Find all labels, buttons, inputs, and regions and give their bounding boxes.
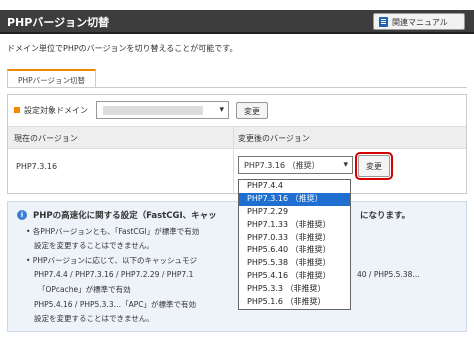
php-version-option[interactable]: PHP7.1.33 （非推奨） <box>239 219 350 232</box>
info-line: 設定を変更することはできません。 <box>34 314 154 323</box>
domain-filter-label: 設定対象ドメイン <box>24 106 88 115</box>
php-version-option[interactable]: PHP5.4.16 （非推奨） <box>239 270 350 283</box>
current-version-header: 現在のバージョン <box>14 134 78 143</box>
table-row: PHP7.3.16 <box>8 150 466 194</box>
info-icon: i <box>17 210 27 220</box>
php-version-selected: PHP7.3.16 （推奨） <box>244 161 320 170</box>
version-change-button[interactable]: 変更 <box>355 152 393 180</box>
new-version-header: 変更後のバージョン <box>238 134 310 143</box>
php-version-option[interactable]: PHP7.3.16 （推奨） <box>239 192 350 206</box>
chevron-down-icon: ▾ <box>343 160 348 170</box>
book-icon <box>379 17 388 27</box>
page-header: PHPバージョン切替 関連マニュアル <box>0 10 474 34</box>
domain-filter-row: 設定対象ドメイン ▾ 変更 <box>8 95 466 127</box>
domain-change-button[interactable]: 変更 <box>236 102 268 119</box>
info-title: PHPの高速化に関する設定（FastCGI、キャッ <box>33 211 217 221</box>
table-header: 現在のバージョン 変更後のバージョン <box>8 127 466 195</box>
info-line: PHP7.4.4 / PHP7.3.16 / PHP7.2.29 / PHP7.… <box>34 270 194 279</box>
php-version-option[interactable]: PHP5.3.3 （非推奨） <box>239 283 350 296</box>
info-line: 設定を変更することはできません。 <box>34 241 154 250</box>
page-title: PHPバージョン切替 <box>7 16 110 29</box>
php-version-option[interactable]: PHP5.1.6 （非推奨） <box>239 296 350 309</box>
php-version-option[interactable]: PHP5.6.40 （非推奨） <box>239 244 350 257</box>
page-description: ドメイン単位でPHPのバージョンを切り替えることが可能です。 <box>7 44 238 53</box>
info-title-end: になります。 <box>360 211 411 221</box>
related-manual-label: 関連マニュアル <box>392 18 448 27</box>
php-version-option[interactable]: PHP7.4.4 <box>239 180 350 193</box>
info-line-fragment: 40 / PHP5.5.38… <box>357 270 420 279</box>
current-version-value: PHP7.3.16 <box>16 162 58 171</box>
info-line: PHP5.4.16 / PHP5.3.3…「APC」が標準で有効 <box>34 300 196 309</box>
info-line: • 各PHPバージョンとも、「FastCGI」が標準で有効 <box>26 227 200 236</box>
php-version-dropdown: PHP7.4.4 PHP7.3.16 （推奨） PHP7.2.29 PHP7.1.33… <box>238 179 351 310</box>
bullet-icon <box>14 107 20 113</box>
php-version-select[interactable]: PHP7.3.16 （推奨） ▾ <box>238 156 353 174</box>
php-version-option[interactable]: PHP7.2.29 <box>239 206 350 219</box>
domain-value-redacted <box>103 106 203 115</box>
domain-select[interactable]: ▾ <box>96 101 229 119</box>
related-manual-button[interactable]: 関連マニュアル <box>373 13 465 30</box>
php-version-option[interactable]: PHP5.5.38 （非推奨） <box>239 257 350 270</box>
info-line: • PHPバージョンに応じて、以下のキャッシュモジ <box>26 256 197 265</box>
tab-divider <box>7 87 467 88</box>
php-version-option[interactable]: PHP7.0.33 （非推奨） <box>239 232 350 245</box>
settings-panel: 設定対象ドメイン ▾ 変更 現在のバージョン 変更後のバージョン PHP7.3.… <box>7 94 467 195</box>
chevron-down-icon: ▾ <box>219 105 224 115</box>
info-line: 「OPcache」が標準で有効 <box>38 285 131 294</box>
info-box: i PHPの高速化に関する設定（FastCGI、キャッ になります。 • 各PH… <box>7 201 467 332</box>
tab-php-version-switch[interactable]: PHPバージョン切替 <box>7 69 96 88</box>
